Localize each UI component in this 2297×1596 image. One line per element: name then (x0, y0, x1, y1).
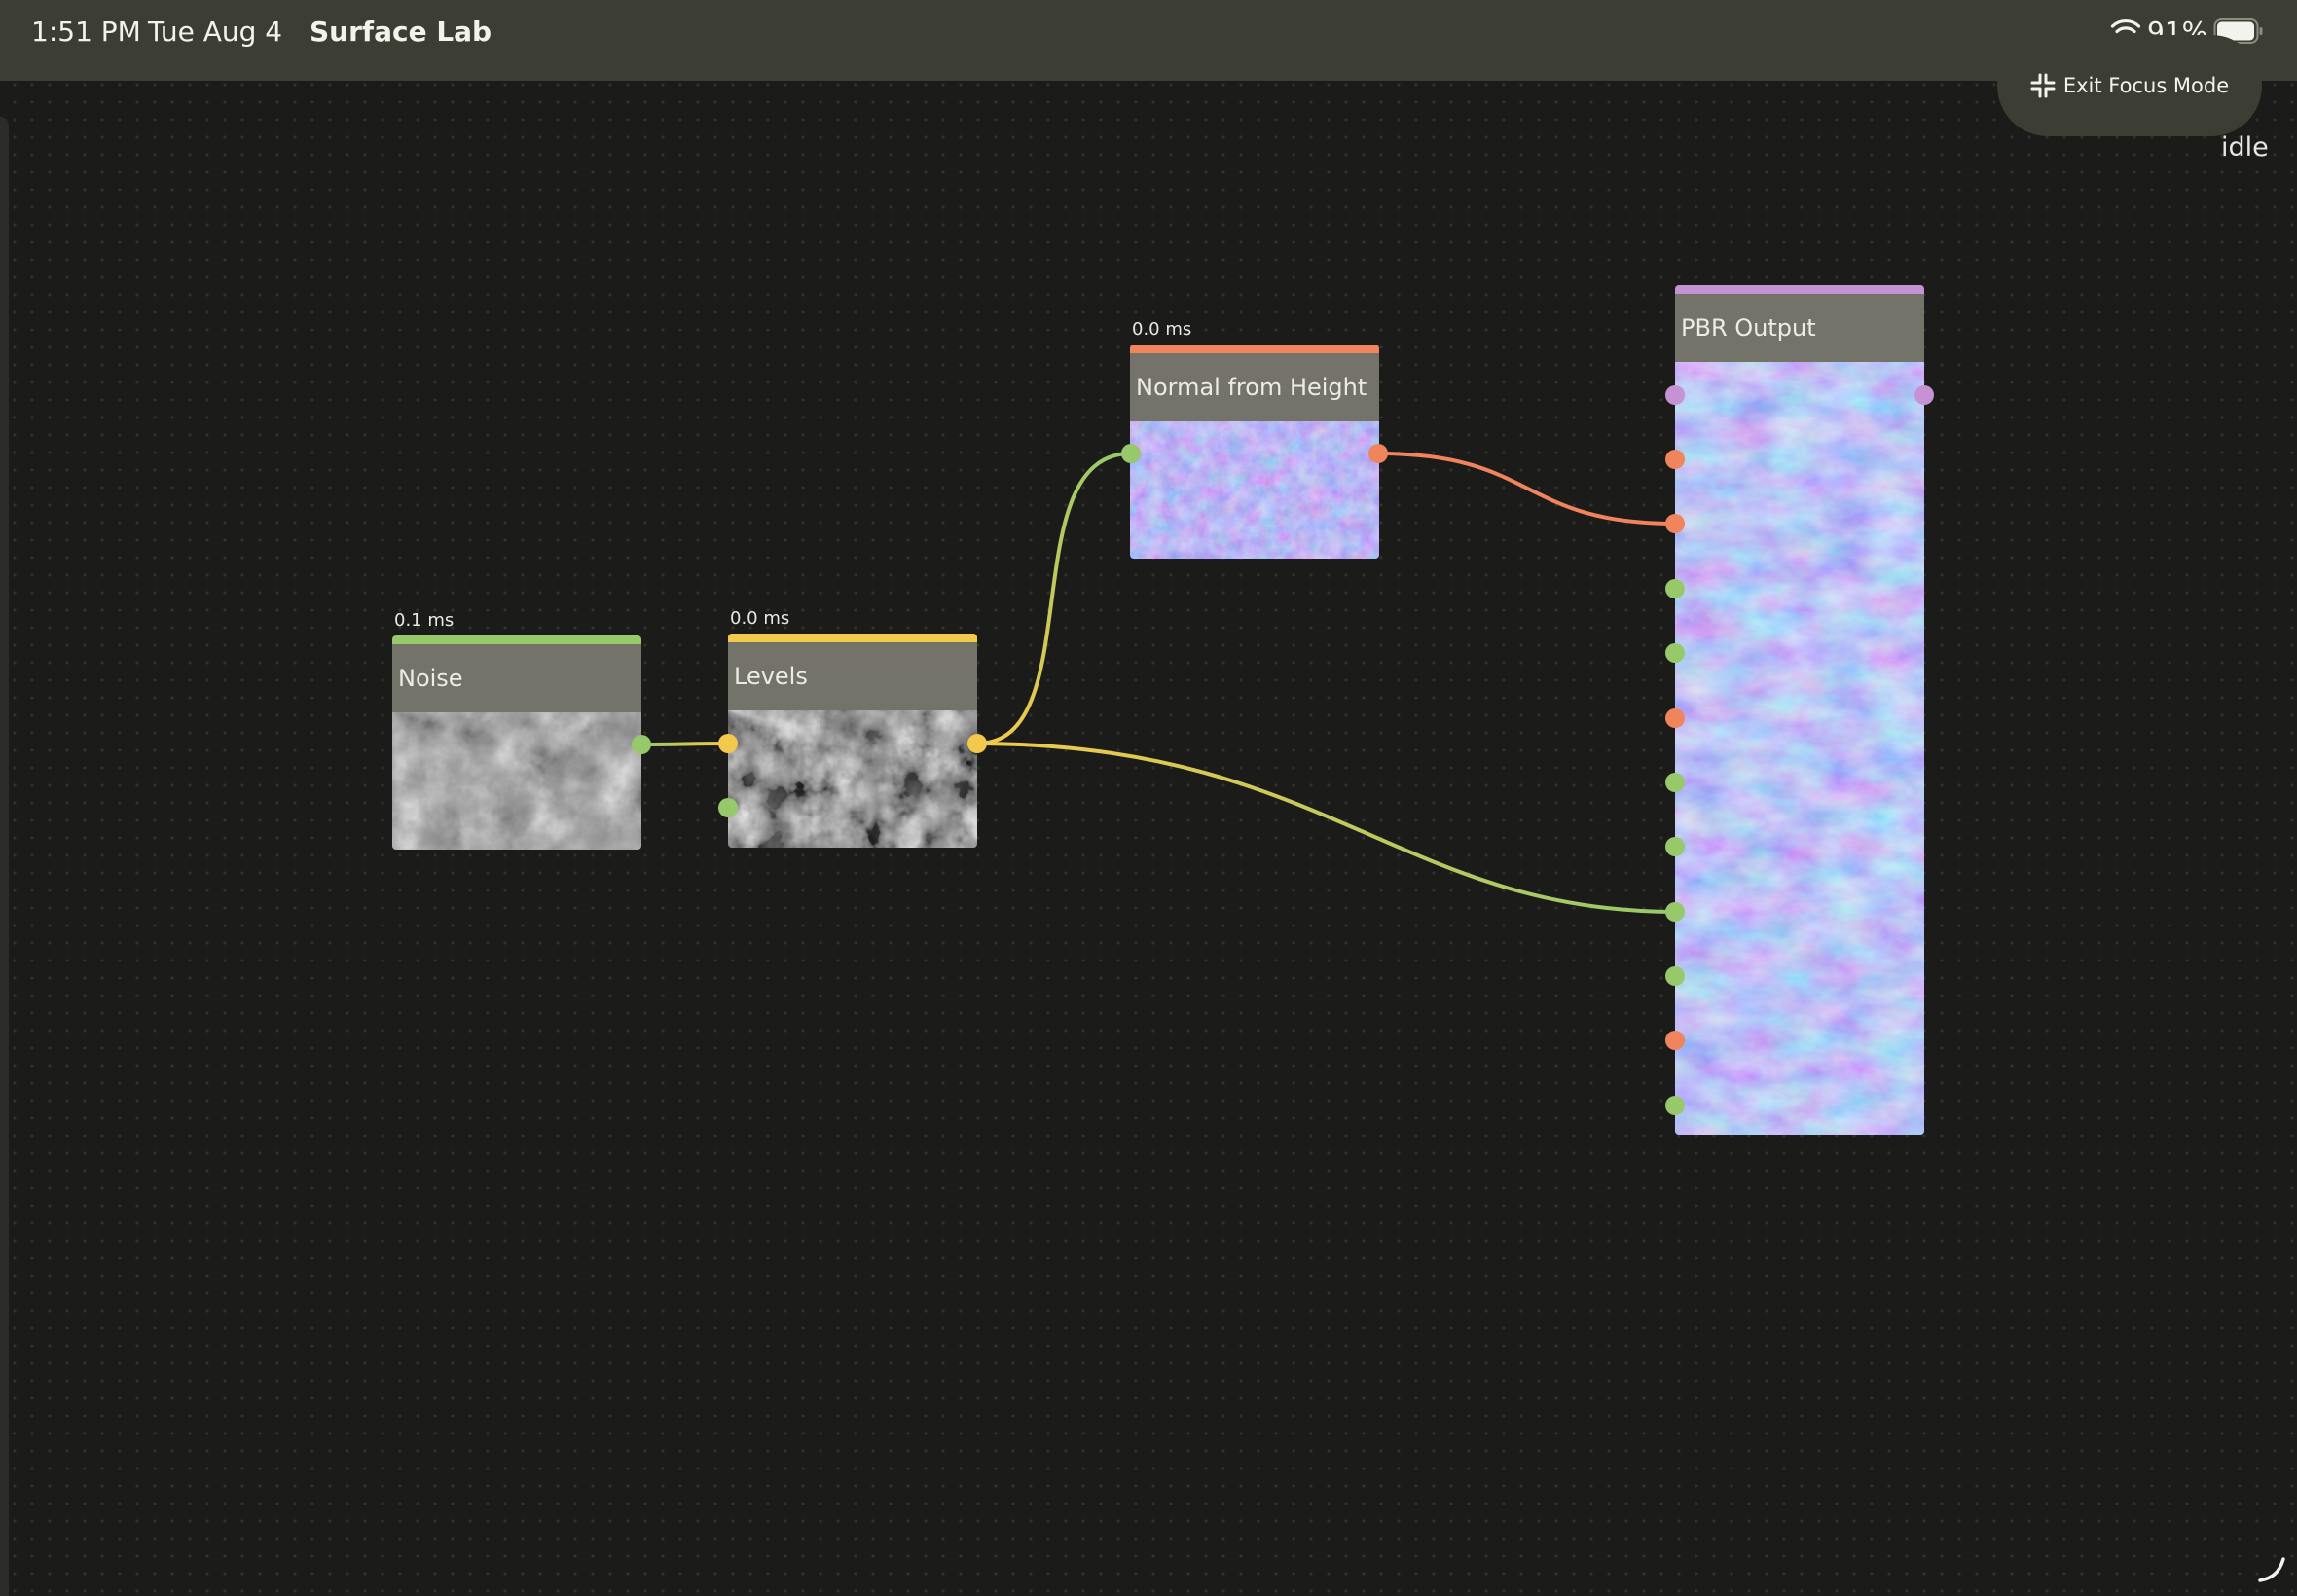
levels-input-port[interactable] (718, 734, 738, 753)
node-levels-title[interactable]: Levels (728, 642, 977, 710)
node-levels-time: 0.0 ms (730, 608, 790, 629)
levels-input-port-2[interactable] (718, 798, 738, 817)
wire-levels-to-pbr (976, 742, 1677, 914)
levels-output-port[interactable] (967, 734, 987, 753)
pbr-input-port[interactable] (1665, 385, 1685, 405)
pbr-input-port[interactable] (1665, 1031, 1685, 1050)
pbr-input-port[interactable] (1665, 837, 1685, 856)
normal-input-port[interactable] (1121, 444, 1141, 463)
node-noise-accent (392, 635, 641, 644)
node-noise[interactable]: 0.1 ms Noise (392, 610, 641, 850)
node-noise-title[interactable]: Noise (392, 644, 641, 712)
wire-normal-to-pbr (1377, 452, 1677, 526)
node-editor-screen: 1:51 PM Tue Aug 4 Surface Lab 91% Exit F… (0, 0, 2297, 1596)
node-pbr-accent (1675, 285, 1924, 294)
node-pbr-preview (1675, 362, 1924, 1135)
connection-wires (641, 452, 1677, 914)
wire-levels-to-normal (976, 452, 1132, 745)
pbr-input-port[interactable] (1665, 1096, 1685, 1115)
resize-corner-icon[interactable] (2256, 1553, 2287, 1584)
node-normal-from-height[interactable]: 0.0 ms Normal from Height (1130, 319, 1379, 559)
node-normal-accent (1130, 345, 1379, 353)
node-levels[interactable]: 0.0 ms Levels (728, 608, 977, 848)
node-levels-accent (728, 634, 977, 642)
node-normal-title[interactable]: Normal from Height (1130, 353, 1379, 421)
node-pbr-output[interactable]: PBR Output (1675, 285, 1924, 1135)
pbr-output-port[interactable] (1914, 385, 1934, 405)
normal-output-port[interactable] (1368, 444, 1388, 463)
pbr-input-port[interactable] (1665, 773, 1685, 792)
pbr-input-port[interactable] (1665, 514, 1685, 533)
pbr-input-port[interactable] (1665, 450, 1685, 469)
pbr-input-port[interactable] (1665, 643, 1685, 663)
node-normal-preview (1130, 421, 1379, 559)
pbr-input-port[interactable] (1665, 579, 1685, 598)
node-pbr-title[interactable]: PBR Output (1675, 294, 1924, 362)
node-noise-preview (392, 712, 641, 850)
noise-output-port[interactable] (632, 735, 651, 754)
pbr-input-port[interactable] (1665, 708, 1685, 728)
node-normal-time: 0.0 ms (1132, 319, 1192, 340)
node-noise-time: 0.1 ms (394, 610, 455, 631)
node-levels-preview (728, 710, 977, 848)
pbr-input-port[interactable] (1665, 902, 1685, 922)
pbr-input-port[interactable] (1665, 966, 1685, 986)
